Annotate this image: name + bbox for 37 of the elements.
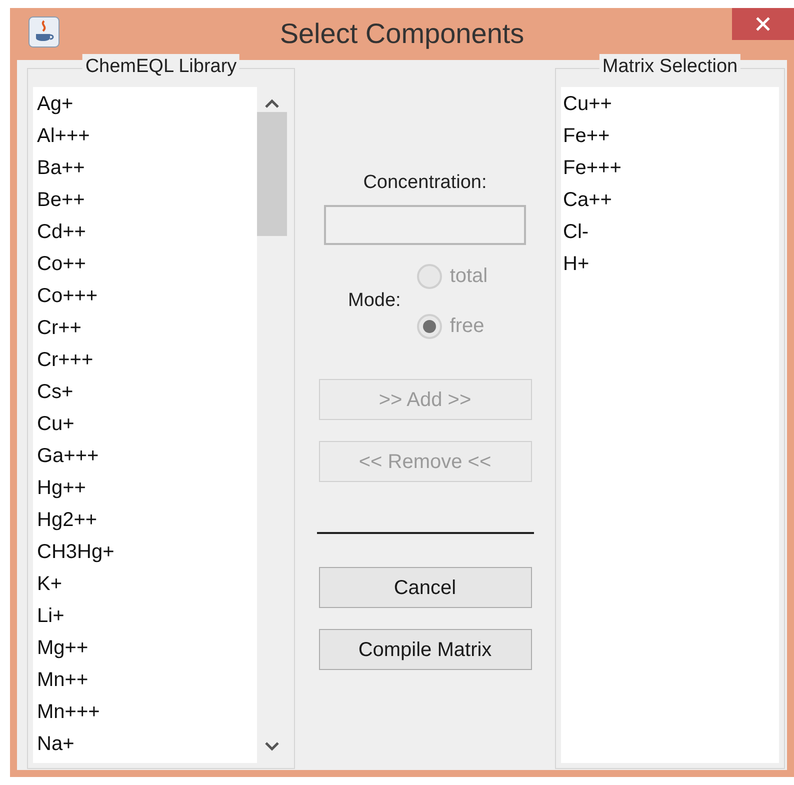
list-item[interactable]: Hg++ bbox=[33, 472, 257, 504]
list-item[interactable]: Fe++ bbox=[561, 120, 779, 152]
window-title: Select Components bbox=[280, 17, 524, 51]
list-item[interactable]: H+ bbox=[561, 248, 779, 280]
list-item[interactable]: Cu++ bbox=[561, 88, 779, 120]
list-item[interactable]: Li+ bbox=[33, 600, 257, 632]
list-item[interactable]: Cl- bbox=[561, 216, 779, 248]
list-item[interactable]: Cr+++ bbox=[33, 344, 257, 376]
dialog-button[interactable]: Compile Matrix bbox=[318, 629, 532, 670]
list-item[interactable]: Be++ bbox=[33, 184, 257, 216]
list-item[interactable]: Ba++ bbox=[33, 152, 257, 184]
list-item[interactable]: CH3Hg+ bbox=[33, 536, 257, 568]
concentration-label: Concentration: bbox=[363, 171, 487, 195]
scrollbar-thumb[interactable] bbox=[257, 112, 287, 236]
list-item[interactable]: Cd++ bbox=[33, 216, 257, 248]
list-item[interactable]: Ag+ bbox=[33, 88, 257, 120]
list-item[interactable]: Fe+++ bbox=[561, 152, 779, 184]
list-item[interactable]: Hg2++ bbox=[33, 504, 257, 536]
list-item[interactable]: Mg++ bbox=[33, 632, 257, 664]
list-item[interactable]: Cu+ bbox=[33, 408, 257, 440]
list-item[interactable]: Cs+ bbox=[33, 376, 257, 408]
close-button[interactable] bbox=[732, 8, 794, 40]
list-item[interactable]: K+ bbox=[33, 568, 257, 600]
list-item[interactable]: Na+ bbox=[33, 728, 257, 760]
list-item[interactable]: Mn+++ bbox=[33, 696, 257, 728]
list-item[interactable]: Ga+++ bbox=[33, 440, 257, 472]
list-item[interactable]: Cr++ bbox=[33, 312, 257, 344]
java-cup-icon bbox=[28, 16, 60, 48]
list-item[interactable]: Co+++ bbox=[33, 280, 257, 312]
mode-label: Mode: bbox=[348, 288, 401, 313]
concentration-field[interactable] bbox=[324, 205, 526, 245]
dialog-button[interactable]: Cancel bbox=[318, 567, 532, 608]
list-item[interactable]: Al+++ bbox=[33, 120, 257, 152]
close-icon bbox=[756, 17, 770, 31]
list-item[interactable]: Mn++ bbox=[33, 664, 257, 696]
list-item[interactable]: Ca++ bbox=[561, 184, 779, 216]
list-item[interactable]: Co++ bbox=[33, 248, 257, 280]
